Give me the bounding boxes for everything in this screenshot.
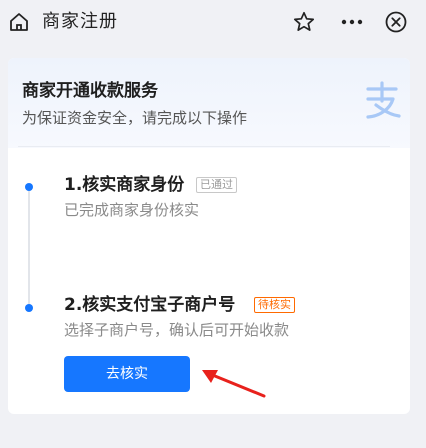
alipay-logo-icon bbox=[366, 81, 401, 119]
verify-button[interactable]: 去核实 bbox=[64, 356, 190, 392]
step-1-status-badge: 已通过 bbox=[196, 177, 237, 193]
page-title: 商家注册 bbox=[42, 11, 118, 32]
card-title: 商家开通收款服务 bbox=[22, 81, 158, 101]
timeline-line bbox=[28, 186, 30, 306]
step-2-title: 2.核实支付宝子商户号 bbox=[64, 295, 236, 315]
step-1-description: 已完成商家身份核实 bbox=[64, 201, 200, 219]
close-icon[interactable] bbox=[384, 10, 408, 34]
verification-card: 商家开通收款服务 为保证资金安全，请完成以下操作 1.核实商家身份 已通过 已完… bbox=[8, 58, 410, 414]
step-2-status-badge: 待核实 bbox=[254, 297, 295, 313]
step-1-dot bbox=[25, 183, 33, 191]
nav-bar: 商家注册 bbox=[0, 0, 426, 44]
step-1-title: 1.核实商家身份 bbox=[64, 175, 185, 195]
card-subtitle: 为保证资金安全，请完成以下操作 bbox=[22, 109, 248, 127]
step-2-dot bbox=[25, 304, 33, 312]
star-icon[interactable] bbox=[292, 10, 316, 34]
card-header: 商家开通收款服务 为保证资金安全，请完成以下操作 bbox=[8, 58, 410, 148]
header-divider bbox=[18, 146, 390, 147]
step-2-description: 选择子商户号，确认后可开始收款 bbox=[64, 321, 290, 339]
more-icon[interactable] bbox=[338, 10, 366, 34]
red-arrow-icon bbox=[202, 370, 266, 398]
home-icon[interactable] bbox=[8, 11, 30, 33]
